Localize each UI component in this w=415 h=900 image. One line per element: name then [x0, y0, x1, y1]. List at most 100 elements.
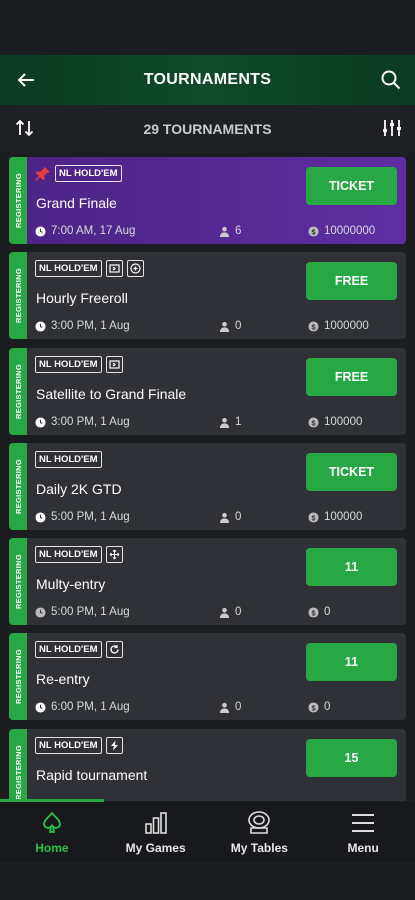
registering-strip: REGISTERING [9, 538, 27, 625]
svg-text:$: $ [311, 703, 315, 712]
game-type-badge: NL HOLD'EM [35, 260, 102, 277]
game-type-badge: NL HOLD'EM [35, 451, 102, 468]
nav-label: Menu [347, 841, 379, 855]
lightning-icon [105, 737, 123, 754]
coin-icon: $ [308, 511, 319, 523]
tournament-card[interactable]: REGISTERING NL HOLD'EM Satellite to Gran… [9, 348, 406, 435]
sort-icon[interactable] [14, 117, 36, 139]
list-toolbar: 29 TOURNAMENTS [0, 105, 415, 153]
tournament-players: 6 [219, 225, 241, 237]
clock-icon [35, 225, 46, 237]
back-arrow-icon[interactable] [14, 68, 38, 92]
freeroll-icon [126, 260, 144, 277]
tournament-time: 7:00 AM, 17 Aug [35, 225, 135, 237]
tournament-prize: $ 1000000 [308, 320, 369, 332]
registering-strip: REGISTERING [9, 729, 27, 801]
tournament-count: 29 TOURNAMENTS [143, 121, 272, 137]
search-icon[interactable] [379, 68, 403, 92]
user-icon [219, 417, 230, 428]
tournament-card[interactable]: REGISTERING NL HOLD'EM Daily 2K GTD 5:00… [9, 443, 406, 530]
svg-text:$: $ [311, 418, 315, 427]
game-type-badge: NL HOLD'EM [35, 356, 102, 373]
tournament-name: Grand Finale [36, 195, 117, 211]
nav-label: Home [35, 841, 69, 855]
poker-chip-icon [248, 811, 271, 834]
registering-strip: REGISTERING [9, 252, 27, 339]
nav-label: My Tables [230, 841, 288, 855]
ticket-button[interactable]: TICKET [306, 453, 397, 491]
svg-text:$: $ [311, 227, 315, 236]
coin-icon: $ [308, 320, 319, 332]
clock-icon [35, 511, 46, 523]
game-type-badge: NL HOLD'EM [55, 165, 122, 182]
tournament-prize: $ 100000 [308, 511, 362, 523]
user-icon [219, 321, 230, 332]
tournament-players: 0 [219, 511, 241, 523]
satellite-ticket-icon [105, 260, 123, 277]
bottom-navigation: Home My Games My Tables Menu [0, 802, 415, 862]
buyin-button[interactable]: 11 [306, 643, 397, 681]
nav-my-games[interactable]: My Games [104, 802, 208, 862]
tournament-prize: $ 0 [308, 701, 330, 713]
nav-menu[interactable]: Menu [311, 802, 415, 862]
tournament-name: Hourly Freeroll [36, 290, 128, 306]
coin-icon: $ [308, 701, 319, 713]
free-button[interactable]: FREE [306, 262, 397, 300]
clock-icon [35, 606, 46, 618]
status-bar-area [0, 0, 415, 55]
buyin-button[interactable]: 15 [306, 739, 397, 777]
pin-icon [35, 166, 50, 181]
tournament-list[interactable]: REGISTERING NL HOLD'EM Grand Finale 7:00… [0, 153, 415, 801]
page-title: TOURNAMENTS [143, 71, 272, 88]
satellite-ticket-icon [105, 356, 123, 373]
svg-text:$: $ [311, 513, 315, 522]
nav-home[interactable]: Home [0, 802, 104, 862]
tournament-name: Rapid tournament [36, 767, 148, 783]
registering-strip: REGISTERING [9, 443, 27, 530]
coin-icon: $ [308, 225, 319, 237]
registering-strip: REGISTERING [9, 157, 27, 244]
game-type-badge: NL HOLD'EM [35, 641, 102, 658]
ticket-button[interactable]: TICKET [306, 167, 397, 205]
tournament-prize: $ 10000000 [308, 225, 375, 237]
tournament-players: 0 [219, 606, 241, 618]
tournament-players: 1 [219, 416, 241, 428]
free-button[interactable]: FREE [306, 358, 397, 396]
tournament-time: 3:00 PM, 1 Aug [35, 320, 130, 332]
nav-my-tables[interactable]: My Tables [208, 802, 312, 862]
tournament-name: Multy-entry [36, 576, 106, 592]
svg-text:$: $ [311, 322, 315, 331]
user-icon [219, 512, 230, 523]
registering-strip: REGISTERING [9, 633, 27, 720]
registering-strip: REGISTERING [9, 348, 27, 435]
coin-icon: $ [308, 606, 319, 618]
tournament-prize: $ 0 [308, 606, 330, 618]
multi-entry-icon [105, 546, 123, 563]
system-nav-area [0, 862, 415, 900]
clock-icon [35, 416, 46, 428]
tournament-card[interactable]: REGISTERING NL HOLD'EM Hourly Freeroll 3… [9, 252, 406, 339]
tournament-name: Daily 2K GTD [36, 481, 122, 497]
tournament-time: 6:00 PM, 1 Aug [35, 701, 130, 713]
tournament-time: 3:00 PM, 1 Aug [35, 416, 130, 428]
coin-icon: $ [308, 416, 319, 428]
tournament-time: 5:00 PM, 1 Aug [35, 511, 130, 523]
tournament-prize: $ 100000 [308, 416, 362, 428]
svg-text:$: $ [311, 608, 315, 617]
tournament-players: 0 [219, 320, 241, 332]
re-entry-icon [105, 641, 123, 658]
header-bar: TOURNAMENTS [0, 55, 415, 105]
user-icon [219, 702, 230, 713]
game-type-badge: NL HOLD'EM [35, 737, 102, 754]
bar-chart-icon [144, 812, 167, 834]
tournament-card[interactable]: REGISTERING NL HOLD'EM Re-entry 6:00 PM,… [9, 633, 406, 720]
clock-icon [35, 701, 46, 713]
tournament-card[interactable]: REGISTERING NL HOLD'EM Rapid tournament … [9, 729, 406, 801]
spade-icon [42, 811, 61, 833]
tournament-card[interactable]: REGISTERING NL HOLD'EM Multy-entry 5:00 … [9, 538, 406, 625]
tournament-card[interactable]: REGISTERING NL HOLD'EM Grand Finale 7:00… [9, 157, 406, 244]
nav-label: My Games [125, 841, 186, 855]
filter-sliders-icon[interactable] [381, 117, 403, 139]
buyin-button[interactable]: 11 [306, 548, 397, 586]
tournament-name: Re-entry [36, 671, 90, 687]
